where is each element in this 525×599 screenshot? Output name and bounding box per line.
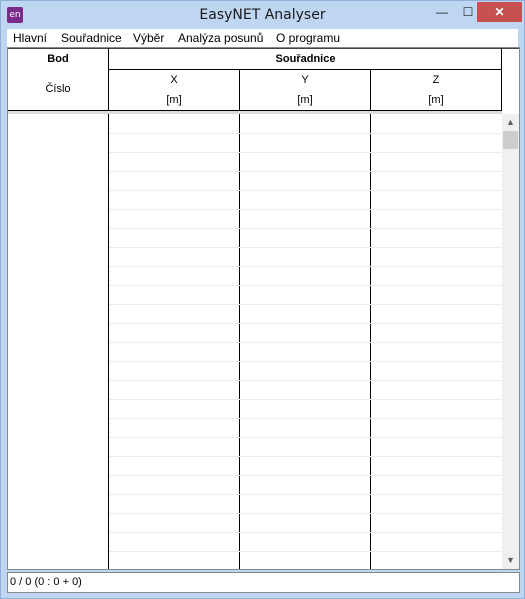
grid-row-line (109, 494, 502, 495)
grid-row-line (109, 361, 502, 362)
menu-vyber[interactable]: Výběr (133, 31, 164, 45)
status-bar: 0 / 0 (0 : 0 + 0) (7, 572, 520, 593)
scroll-up-icon[interactable]: ▲ (502, 114, 519, 131)
column-header-cislo[interactable]: Číslo (8, 83, 108, 95)
grid-row-line (109, 456, 502, 457)
menu-analyza-posunu[interactable]: Analýza posunů (178, 31, 263, 45)
grid-row-line (109, 304, 502, 305)
close-button[interactable]: ✕ (477, 2, 522, 22)
header-top-border (8, 48, 519, 49)
scroll-down-icon[interactable]: ▼ (502, 552, 519, 569)
app-window: en EasyNET Analyser — ☐ ✕ Hlavní Souřadn… (0, 0, 525, 599)
grid-row-line (109, 247, 502, 248)
grid-row-line (109, 266, 502, 267)
grid-row-line (109, 418, 502, 419)
menu-o-programu[interactable]: O programu (276, 31, 340, 45)
status-text: 0 / 0 (0 : 0 + 0) (10, 576, 82, 588)
column-unit-y: [m] (297, 94, 313, 106)
column-header-x[interactable]: X (109, 74, 239, 86)
column-header-z[interactable]: Z (371, 74, 501, 86)
grid-row-line (109, 285, 502, 286)
menu-bar: Hlavní Souřadnice Výběr Analýza posunů O… (7, 29, 518, 47)
column-header-y[interactable]: Y (240, 74, 370, 86)
grid-row-line (109, 152, 502, 153)
menu-souradnice[interactable]: Souřadnice (61, 31, 122, 45)
grid-row-line (109, 228, 502, 229)
minimize-button[interactable]: — (429, 2, 455, 22)
scroll-thumb[interactable] (503, 131, 518, 149)
grid-row-line (109, 513, 502, 514)
group-header-divider (109, 69, 502, 70)
body-separator (8, 111, 502, 114)
group-header-bod[interactable]: Bod (8, 53, 108, 65)
grid-row-line (109, 399, 502, 400)
column-unit-z: [m] (428, 94, 444, 106)
grid-row-line (109, 190, 502, 191)
grid-row-line (109, 437, 502, 438)
grid-row-line (109, 133, 502, 134)
group-header-souradnice[interactable]: Souřadnice (109, 53, 502, 65)
grid-row-line (109, 380, 502, 381)
grid-row-line (109, 209, 502, 210)
column-unit-x: [m] (166, 94, 182, 106)
menu-hlavni[interactable]: Hlavní (13, 31, 47, 45)
grid-row-line (109, 323, 502, 324)
grid-row-line (109, 475, 502, 476)
points-grid[interactable]: Bod Souřadnice Číslo X [m] Y [m] Z [m] ▲… (7, 47, 520, 570)
grid-row-line (109, 171, 502, 172)
grid-row-line (109, 532, 502, 533)
grid-row-line (109, 551, 502, 552)
grid-row-line (109, 342, 502, 343)
title-bar[interactable]: en EasyNET Analyser — ☐ ✕ (1, 1, 524, 29)
vertical-scrollbar[interactable]: ▲ ▼ (502, 114, 519, 569)
